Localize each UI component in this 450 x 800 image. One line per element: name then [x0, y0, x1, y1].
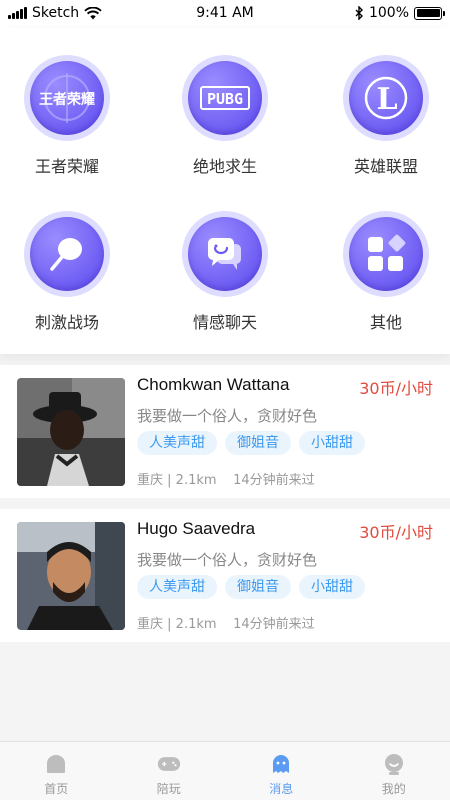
- svg-text:L: L: [376, 82, 397, 117]
- home-icon: [44, 752, 68, 776]
- status-bar: Sketch 9:41 AM 100%: [0, 0, 450, 28]
- tag: 御姐音: [225, 431, 291, 455]
- profile-icon: [382, 752, 406, 776]
- location-text: 重庆: [137, 617, 164, 632]
- avatar: [17, 378, 125, 486]
- companion-name: Chomkwan Wattana: [137, 375, 290, 394]
- companion-price: 30币/小时: [359, 523, 433, 542]
- category-grid: 王者荣耀 王者荣耀 PUBG 绝地求生 L 英雄联盟 刺激战场 情感聊天 其他: [0, 28, 450, 354]
- more-grid-icon: [349, 217, 423, 291]
- frying-pan-icon: [30, 217, 104, 291]
- meta-separator: |: [167, 617, 176, 632]
- distance-text: 2.1km: [175, 473, 217, 488]
- tab-play[interactable]: 陪玩: [113, 742, 226, 800]
- category-label: 其他: [369, 313, 402, 332]
- category-lol[interactable]: L 英雄联盟: [316, 55, 450, 177]
- tag-list: 人美声甜 御姐音 小甜甜: [137, 431, 365, 455]
- last-seen-text: 14分钟前来过: [233, 473, 315, 488]
- category-label: 绝地求生: [192, 157, 257, 176]
- status-right: 100%: [355, 5, 445, 21]
- bluetooth-icon: [355, 6, 363, 20]
- category-wangzhe[interactable]: 王者荣耀 王者荣耀: [0, 55, 137, 177]
- tab-home[interactable]: 首页: [0, 742, 113, 800]
- companion-name: Hugo Saavedra: [137, 519, 256, 538]
- category-icon-ring: [24, 211, 110, 297]
- category-label: 王者荣耀: [34, 157, 99, 176]
- svg-text:王者荣耀: 王者荣耀: [39, 91, 95, 108]
- chat-bubbles-icon: [188, 217, 262, 291]
- companion-bio: 我要做一个俗人，贪财好色: [137, 407, 318, 425]
- category-icon-ring: PUBG: [182, 55, 268, 141]
- companion-bio: 我要做一个俗人，贪财好色: [137, 551, 318, 569]
- tab-messages[interactable]: 消息: [225, 742, 338, 800]
- category-cijizhanchang[interactable]: 刺激战场: [0, 211, 137, 333]
- tab-profile[interactable]: 我的: [338, 742, 450, 800]
- category-icon-ring: L: [343, 55, 429, 141]
- tag: 小甜甜: [299, 575, 365, 599]
- meta-separator: |: [167, 473, 176, 488]
- last-seen-text: 14分钟前来过: [233, 617, 315, 632]
- companion-card[interactable]: Hugo Saavedra 30币/小时 我要做一个俗人，贪财好色 人美声甜 御…: [0, 509, 450, 642]
- pubg-logo-icon: PUBG: [188, 61, 262, 135]
- category-icon-ring: [343, 211, 429, 297]
- tab-label: 陪玩: [156, 782, 181, 796]
- category-qinggan[interactable]: 情感聊天: [155, 211, 295, 333]
- companion-meta: 重庆 | 2.1km 14分钟前来过: [137, 613, 315, 632]
- companion-price: 30币/小时: [359, 379, 433, 398]
- location-text: 重庆: [137, 473, 164, 488]
- category-label: 英雄联盟: [353, 157, 418, 176]
- lol-logo-icon: L: [349, 61, 423, 135]
- category-pubg[interactable]: PUBG 绝地求生: [155, 55, 295, 177]
- tab-label: 我的: [381, 782, 406, 796]
- tab-label: 消息: [269, 782, 294, 796]
- battery-percent: 100%: [368, 5, 409, 21]
- tag-list: 人美声甜 御姐音 小甜甜: [137, 575, 365, 599]
- category-label: 刺激战场: [34, 313, 99, 332]
- wangzhe-logo-icon: 王者荣耀: [30, 61, 104, 135]
- tag: 小甜甜: [299, 431, 365, 455]
- category-label: 情感聊天: [192, 313, 257, 332]
- svg-text:PUBG: PUBG: [207, 90, 243, 108]
- tag: 御姐音: [225, 575, 291, 599]
- tab-label: 首页: [44, 782, 69, 796]
- distance-text: 2.1km: [175, 617, 217, 632]
- category-icon-ring: [182, 211, 268, 297]
- bottom-tab-bar: 首页 陪玩 消息 我的: [0, 741, 450, 800]
- companion-meta: 重庆 | 2.1km 14分钟前来过: [137, 469, 315, 488]
- gamepad-icon: [157, 752, 181, 776]
- category-icon-ring: 王者荣耀: [24, 55, 110, 141]
- battery-icon: [414, 6, 445, 20]
- tag: 人美声甜: [137, 431, 217, 455]
- companion-card[interactable]: Chomkwan Wattana 30币/小时 我要做一个俗人，贪财好色 人美声…: [0, 365, 450, 498]
- message-icon: [269, 752, 293, 776]
- category-other[interactable]: 其他: [316, 211, 450, 333]
- avatar: [17, 522, 125, 630]
- tag: 人美声甜: [137, 575, 217, 599]
